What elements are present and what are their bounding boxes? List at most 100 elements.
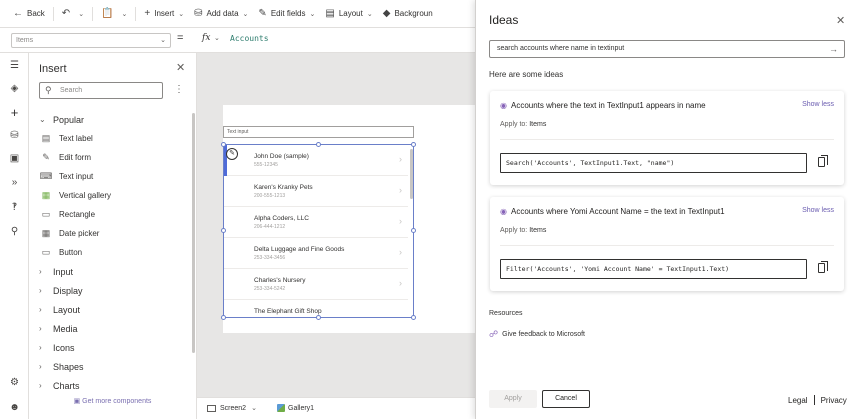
paste-button[interactable]: 📋 ⌄ [96,0,132,28]
category-media[interactable]: › Media [29,319,189,338]
category-input[interactable]: › Input [29,262,189,281]
gallery-control[interactable]: ✎ John Doe (sample) 555-12345 › Karen's … [223,144,414,318]
legal-link[interactable]: Legal [788,396,808,405]
resize-handle[interactable] [221,315,226,320]
gallery-row-title: John Doe (sample) [254,153,309,160]
insert-item-text-input[interactable]: ⌨ Text input [29,167,189,186]
ideas-query-input[interactable]: search accounts where name in textinput … [489,40,845,58]
apply-to-prefix: Apply to: [500,121,528,128]
close-icon[interactable]: ✕ [176,61,185,74]
ideas-subtitle: Here are some ideas [489,70,564,79]
formula-suggestion[interactable]: Search('Accounts', TextInput1.Text, "nam… [500,153,807,173]
category-label: Input [53,266,74,277]
resize-handle[interactable] [221,142,226,147]
feedback-link-label: Give feedback to Microsoft [502,331,585,338]
resize-handle[interactable] [411,142,416,147]
insert-item-date-picker[interactable]: ▦ Date picker [29,224,189,243]
formula-input[interactable]: Accounts [230,34,269,43]
category-label: Icons [53,342,75,353]
gallery-row-subtitle: 253-334-5242 [254,286,286,292]
gallery-row[interactable]: ✎ John Doe (sample) 555-12345 › [224,145,408,176]
edit-fields-button[interactable]: ✎ Edit fields ⌄ [253,0,320,28]
hamburger-menu-icon[interactable]: ☰ [8,59,21,72]
resize-handle[interactable] [221,228,226,233]
chevron-right-icon[interactable]: › [399,278,402,288]
privacy-link[interactable]: Privacy [821,396,847,405]
insert-plus-icon[interactable]: + [8,106,21,119]
copy-icon[interactable] [818,155,828,167]
category-popular[interactable]: ⌄ Popular [29,110,189,129]
category-icons[interactable]: › Icons [29,338,189,357]
more-options-icon[interactable]: ⋮ [174,84,184,95]
text-input-control[interactable]: Text input [223,126,414,138]
gallery-row[interactable]: Karen's Kranky Pets 200-555-1213 › [224,176,408,207]
variables-icon[interactable]: ‽ [8,201,21,214]
chevron-down-icon[interactable]: ⌄ [122,10,128,18]
data-icon[interactable]: ⛁ [8,129,21,142]
category-charts[interactable]: › Charts [29,376,189,395]
resize-handle[interactable] [411,228,416,233]
category-label: Layout [53,304,81,315]
breadcrumb-screen[interactable]: Screen2 ⌄ [207,404,257,412]
close-icon[interactable]: ✕ [836,14,845,27]
chevron-right-icon[interactable]: › [399,154,402,164]
power-automate-icon[interactable]: » [8,176,21,189]
give-feedback-link[interactable]: ☍ Give feedback to Microsoft [489,329,585,340]
apply-button[interactable]: Apply [489,390,537,408]
insert-item-rectangle[interactable]: ▭ Rectangle [29,205,189,224]
resize-handle[interactable] [316,315,321,320]
item-label: Text input [59,172,94,181]
copy-icon[interactable] [818,261,828,273]
app-screen[interactable]: Text input ✎ John Doe (sample) 555-12345… [221,105,483,333]
item-label: Vertical gallery [59,191,112,200]
chevron-right-icon[interactable]: › [399,216,402,226]
chevron-right-icon[interactable]: › [399,247,402,257]
media-icon[interactable]: ▣ [8,152,21,165]
background-button[interactable]: ◆ Backgroun [378,0,438,28]
send-arrow-icon[interactable]: → [829,41,838,57]
gallery-row[interactable]: Alpha Coders, LLC 206-444-1212 › [224,207,408,238]
insert-item-edit-form[interactable]: ✎ Edit form [29,148,189,167]
property-dropdown[interactable]: Items ⌄ [11,33,171,48]
gallery-scrollbar[interactable] [410,149,413,199]
show-less-link[interactable]: Show less [802,101,834,108]
chevron-down-icon[interactable]: ⌄ [78,10,84,18]
breadcrumb-gallery[interactable]: Gallery1 [277,404,314,412]
edit-pencil-icon[interactable]: ✎ [226,148,238,160]
resize-handle[interactable] [316,142,321,147]
fx-icon[interactable]: fx [202,33,210,43]
add-data-label: Add data [206,9,239,18]
chevron-down-icon: ⌄ [309,10,316,18]
undo-button[interactable]: ↶ ⌄ [57,0,89,28]
formula-suggestion[interactable]: Filter('Accounts', 'Yomi Account Name' =… [500,259,807,279]
item-label: Text label [59,134,93,143]
back-button[interactable]: ← Back [8,0,50,28]
add-data-button[interactable]: ⛁ Add data ⌄ [189,0,253,28]
gallery-row[interactable]: Charles's Nursery 253-334-5242 › [224,269,408,300]
settings-gear-icon[interactable]: ⚙ [8,376,21,389]
account-icon[interactable]: ☻ [8,401,21,414]
category-layout[interactable]: › Layout [29,300,189,319]
layout-button[interactable]: ▤ Layout ⌄ [320,0,377,28]
show-less-link[interactable]: Show less [802,207,834,214]
scrollbar[interactable] [192,113,195,353]
resize-handle[interactable] [411,315,416,320]
gallery-row[interactable]: Delta Luggage and Fine Goods 253-334-345… [224,238,408,269]
insert-item-vertical-gallery[interactable]: ▦ Vertical gallery [29,186,189,205]
chevron-down-icon[interactable]: ⌄ [214,34,220,42]
category-display[interactable]: › Display [29,281,189,300]
chevron-right-icon[interactable]: › [399,185,402,195]
button-icon: ▭ [41,247,51,257]
insert-item-text-label[interactable]: ▤ Text label [29,129,189,148]
back-arrow-icon: ← [13,8,23,19]
insert-item-button[interactable]: ▭ Button [29,243,189,262]
insert-search-input[interactable]: ⚲ Search [39,82,163,99]
text-input-placeholder: Text input [227,129,249,135]
search-icon[interactable]: ⚲ [8,225,21,238]
gallery-row-subtitle: 555-12345 [254,162,278,168]
get-more-components-link[interactable]: ▣ Get more components [29,397,196,405]
cancel-button[interactable]: Cancel [542,390,590,408]
layers-icon[interactable]: ◈ [8,82,21,95]
category-shapes[interactable]: › Shapes [29,357,189,376]
insert-button[interactable]: + Insert ⌄ [139,0,189,28]
